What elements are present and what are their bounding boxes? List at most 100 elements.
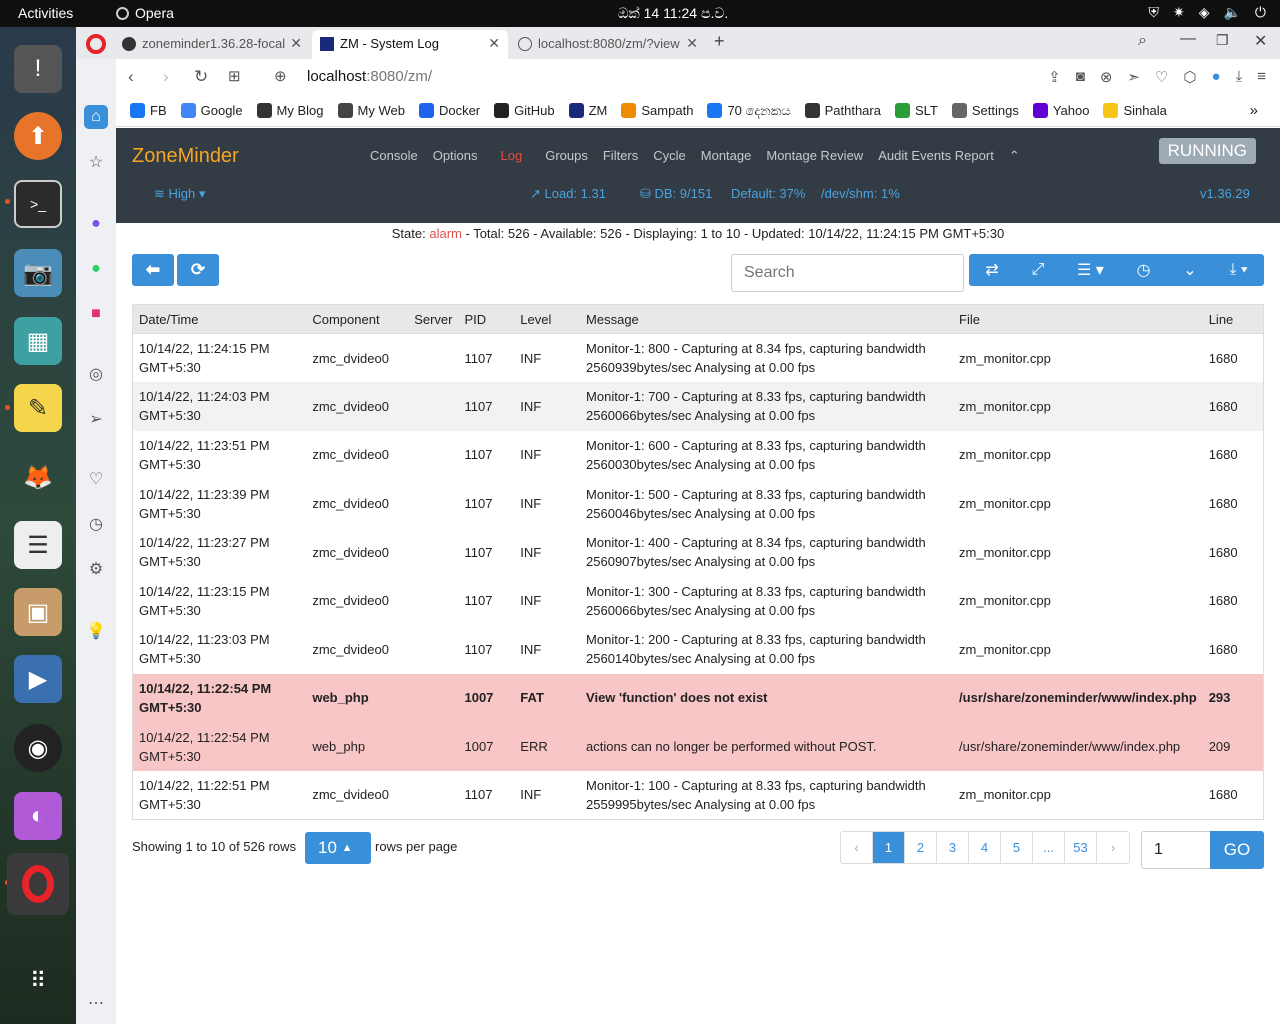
bulb-icon[interactable]: 💡 <box>84 619 108 643</box>
close-icon[interactable]: ✕ <box>686 35 698 52</box>
menu-filters[interactable]: Filters <box>603 148 638 164</box>
more-icon[interactable]: ⋯ <box>84 991 108 1015</box>
maximize-icon[interactable]: ❐ <box>1216 32 1229 49</box>
col-datetime[interactable]: Date/Time <box>132 304 307 334</box>
minimize-icon[interactable]: — <box>1180 30 1196 48</box>
collapse-menu-icon[interactable]: ⌃ <box>1009 148 1020 164</box>
back-icon[interactable]: ‹ <box>128 67 134 87</box>
page-button[interactable]: 1 <box>873 832 905 863</box>
menu-groups[interactable]: Groups <box>545 148 588 164</box>
sync-icon[interactable]: ⇄ <box>985 260 998 280</box>
image-viewer-icon[interactable]: ▦ <box>14 317 62 365</box>
bookmark-item[interactable]: GitHub <box>494 103 555 118</box>
menu-options[interactable]: Options <box>433 148 478 164</box>
col-message[interactable]: Message <box>580 304 954 334</box>
col-server[interactable]: Server <box>408 304 459 334</box>
easy-setup-icon[interactable]: ≡ <box>1257 68 1266 86</box>
col-component[interactable]: Component <box>306 304 409 334</box>
block-icon[interactable]: ⊗ <box>1100 68 1113 86</box>
col-pid[interactable]: PID <box>458 304 515 334</box>
tab-zoneminder-github[interactable]: zoneminder1.36.28-focal ✕ <box>114 30 310 59</box>
go-button[interactable]: GO <box>1210 831 1264 869</box>
col-level[interactable]: Level <box>514 304 581 334</box>
instagram-icon[interactable]: ■ <box>84 302 108 326</box>
table-row[interactable]: 10/14/22, 11:22:51 PM GMT+5:30 zmc_dvideo… <box>133 771 1264 820</box>
columns-icon[interactable]: ☰ ▾ <box>1077 260 1104 280</box>
table-row[interactable]: 10/14/22, 11:22:54 PM GMT+5:30 web_php 100… <box>132 673 1264 723</box>
cube-icon[interactable]: ⬡ <box>1183 68 1196 86</box>
table-row[interactable]: 10/14/22, 11:23:51 PM GMT+5:30 zmc_dvideo… <box>133 431 1264 480</box>
bookmarks-overflow-icon[interactable]: » <box>1250 102 1258 119</box>
bookmark-item[interactable]: ZM <box>568 103 607 118</box>
paint-icon[interactable]: ◐ <box>14 792 62 840</box>
menu-log[interactable]: Log <box>501 148 523 164</box>
table-row[interactable]: 10/14/22, 11:23:27 PM GMT+5:30 zmc_dvideo… <box>133 528 1264 577</box>
refresh-button[interactable]: ⟳ <box>177 254 219 286</box>
system-tray[interactable]: ⛨ ✷ ◈ 🔈 ⏻ <box>1148 4 1266 21</box>
close-icon[interactable]: ✕ <box>488 35 500 52</box>
toggle-detail-icon[interactable]: ⌄ <box>1183 260 1196 280</box>
bookmark-item[interactable]: Google <box>180 103 243 118</box>
profile-icon[interactable]: ● <box>1212 68 1221 86</box>
bookmark-item[interactable]: Sinhala <box>1103 103 1167 118</box>
player-icon[interactable]: ◎ <box>84 362 108 386</box>
page-button[interactable]: 5 <box>1001 832 1033 863</box>
forward-icon[interactable]: › <box>163 67 169 87</box>
version[interactable]: v1.36.29 <box>1200 186 1250 201</box>
settings-icon[interactable]: ⚙ <box>84 557 108 581</box>
page-button[interactable]: 3 <box>937 832 969 863</box>
download-icon[interactable]: ⤓ <box>1236 68 1243 86</box>
page-button[interactable]: 4 <box>969 832 1001 863</box>
zm-brand[interactable]: ZoneMinder <box>132 145 239 168</box>
auto-refresh-icon[interactable]: ◷ <box>1137 260 1151 280</box>
menu-cycle[interactable]: Cycle <box>653 148 686 164</box>
bookmark-item[interactable]: My Web <box>337 103 405 118</box>
send-icon[interactable]: ➢ <box>84 407 108 431</box>
next-page-button[interactable]: › <box>1097 832 1129 863</box>
run-state-button[interactable]: RUNNING <box>1158 138 1256 164</box>
page-button[interactable]: ... <box>1033 832 1065 863</box>
bookmark-item[interactable]: Sampath <box>621 103 693 118</box>
table-row[interactable]: 10/14/22, 11:23:15 PM GMT+5:30 zmc_dvideo… <box>133 576 1264 625</box>
opera-dock-icon[interactable] <box>7 853 69 915</box>
clock[interactable]: ඔක් 14 11:24 ප.ව. <box>618 5 728 22</box>
bookmark-item[interactable]: 70 දෙනකය <box>707 103 791 119</box>
rows-per-page-dropdown[interactable]: 10 ▲ <box>305 832 371 864</box>
camera-icon[interactable]: ◉ <box>14 724 62 772</box>
col-line[interactable]: Line <box>1202 304 1264 334</box>
screenshot-icon[interactable]: 📷 <box>14 249 62 297</box>
kdenlive-icon[interactable]: ▶ <box>14 655 62 703</box>
menu-console[interactable]: Console <box>370 148 418 164</box>
bookmark-item[interactable]: Docker <box>418 103 480 118</box>
page-button[interactable]: 2 <box>905 832 937 863</box>
prev-page-button[interactable]: ‹ <box>841 832 873 863</box>
home-icon[interactable]: ⌂ <box>84 105 108 129</box>
share-icon[interactable]: ⇪ <box>1048 68 1061 86</box>
tabs-grid-icon[interactable]: ⊞ <box>228 67 241 85</box>
reload-icon[interactable]: ↻ <box>194 67 208 87</box>
bandwidth-dropdown[interactable]: ≋ High ▾ <box>154 186 205 202</box>
update-manager-icon[interactable]: ! <box>14 45 62 93</box>
table-row[interactable]: 10/14/22, 11:22:54 PM GMT+5:30 web_php 100… <box>132 722 1264 771</box>
text-editor-icon[interactable]: ✎ <box>14 384 62 432</box>
menu-audit-events-report[interactable]: Audit Events Report <box>878 148 994 164</box>
bookmark-item[interactable]: Settings <box>951 103 1019 118</box>
gimp-icon[interactable]: 🦊 <box>14 453 62 501</box>
app-menu[interactable]: Opera <box>116 5 174 21</box>
page-number-input[interactable] <box>1141 831 1211 869</box>
export-icon[interactable]: ⤓ ▾ <box>1229 261 1247 279</box>
send-to-icon[interactable]: ➣ <box>1127 68 1140 86</box>
search-tabs-icon[interactable]: ⌕ <box>1138 32 1147 50</box>
bookmark-heart-icon[interactable]: ♡ <box>1155 68 1168 86</box>
bookmark-item[interactable]: Paththara <box>804 103 881 118</box>
table-row[interactable]: 10/14/22, 11:23:39 PM GMT+5:30 zmc_dvideo… <box>133 479 1264 528</box>
fullscreen-icon[interactable]: ⤢ <box>1031 261 1044 279</box>
history-icon[interactable]: ◷ <box>84 512 108 536</box>
table-row[interactable]: 10/14/22, 11:24:03 PM GMT+5:30 zmc_dvideo… <box>132 382 1264 431</box>
col-file[interactable]: File <box>953 304 1203 334</box>
terminal-icon[interactable]: >_ <box>14 180 62 228</box>
bookmark-item[interactable]: Yahoo <box>1032 103 1089 118</box>
new-tab-icon[interactable]: + <box>714 31 725 52</box>
table-row[interactable]: 10/14/22, 11:24:15 PM GMT+5:30 zmc_dvideo… <box>133 334 1264 383</box>
activities-button[interactable]: Activities <box>18 5 73 21</box>
